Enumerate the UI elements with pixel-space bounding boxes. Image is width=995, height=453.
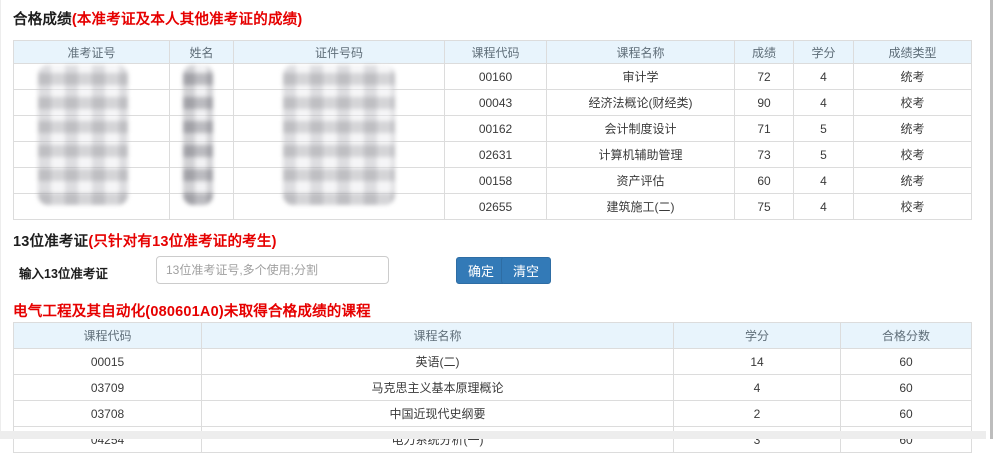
cell-course-code: 03708	[14, 401, 202, 427]
vertical-scrollbar-thumb[interactable]	[990, 0, 993, 439]
ticket-input-label: 输入13位准考证	[19, 263, 108, 282]
cell-credit: 14	[674, 349, 841, 375]
passed-scores-title-main: 合格成绩	[13, 12, 72, 28]
cell-course-code: 00160	[445, 64, 547, 90]
col-course-name: 课程名称	[547, 41, 735, 64]
cell-score-type: 校考	[854, 194, 972, 220]
cell-course-name: 经济法概论(财经类)	[547, 90, 735, 116]
clear-button[interactable]: 清空	[501, 257, 551, 284]
col-ticket-number: 准考证号	[14, 41, 170, 64]
table-header-row: 准考证号 姓名 证件号码 课程代码 课程名称 成绩 学分 成绩类型	[14, 41, 972, 64]
passed-scores-table: 准考证号 姓名 证件号码 课程代码 课程名称 成绩 学分 成绩类型 00160 …	[13, 40, 972, 220]
redacted-id-numbers	[283, 65, 395, 205]
cell-score: 75	[735, 194, 794, 220]
table-row: 02631 计算机辅助管理 73 5 校考	[14, 142, 972, 168]
cell-course-name: 审计学	[547, 64, 735, 90]
cell-credit: 5	[794, 116, 854, 142]
table-row: 02655 建筑施工(二) 75 4 校考	[14, 194, 972, 220]
table-row: 00158 资产评估 60 4 统考	[14, 168, 972, 194]
cell-course-name: 会计制度设计	[547, 116, 735, 142]
redacted-ticket-numbers	[38, 65, 128, 205]
cell-credit: 4	[794, 168, 854, 194]
cell-pass-score: 60	[841, 349, 972, 375]
redacted-student-names	[183, 65, 213, 205]
cell-credit: 2	[674, 401, 841, 427]
cell-course-name: 资产评估	[547, 168, 735, 194]
cell-score-type: 校考	[854, 142, 972, 168]
ticket-13-title-main: 13位准考证	[13, 234, 88, 250]
cell-score-type: 统考	[854, 116, 972, 142]
cell-credit: 4	[674, 375, 841, 401]
passed-scores-title: 合格成绩(本准考证及本人其他准考证的成绩)	[13, 8, 302, 29]
cell-credit: 4	[794, 90, 854, 116]
cell-score-type: 校考	[854, 90, 972, 116]
col-pass-score: 合格分数	[841, 323, 972, 349]
col-course-code: 课程代码	[445, 41, 547, 64]
cell-course-code: 03709	[14, 375, 202, 401]
cell-course-name: 建筑施工(二)	[547, 194, 735, 220]
table-header-row: 课程代码 课程名称 学分 合格分数	[14, 323, 972, 349]
col-course-code: 课程代码	[14, 323, 202, 349]
cell-credit: 4	[794, 64, 854, 90]
ticket-13-title: 13位准考证(只针对有13位准考证的考生)	[13, 230, 277, 251]
col-course-name: 课程名称	[202, 323, 674, 349]
cell-course-code: 00043	[445, 90, 547, 116]
cell-course-code: 02655	[445, 194, 547, 220]
col-credit: 学分	[674, 323, 841, 349]
cell-pass-score: 60	[841, 401, 972, 427]
table-row: 00160 审计学 72 4 统考	[14, 64, 972, 90]
cell-pass-score: 60	[841, 375, 972, 401]
col-score-type: 成绩类型	[854, 41, 972, 64]
cell-course-name: 计算机辅助管理	[547, 142, 735, 168]
ticket-13-title-note: (只针对有13位准考证的考生)	[88, 234, 276, 250]
cell-score: 60	[735, 168, 794, 194]
cell-course-name: 马克思主义基本原理概论	[202, 375, 674, 401]
table-row: 03709 马克思主义基本原理概论 4 60	[14, 375, 972, 401]
cell-score-type: 统考	[854, 168, 972, 194]
cell-score: 72	[735, 64, 794, 90]
pending-courses-title: 电气工程及其自动化(080601A0)未取得合格成绩的课程	[13, 300, 371, 321]
cell-course-code: 02631	[445, 142, 547, 168]
passed-scores-table-wrap: 准考证号 姓名 证件号码 课程代码 课程名称 成绩 学分 成绩类型 00160 …	[13, 40, 972, 220]
confirm-button[interactable]: 确定	[456, 257, 506, 284]
cell-course-code: 00162	[445, 116, 547, 142]
horizontal-scrollbar-track[interactable]	[1, 431, 986, 439]
cell-score: 71	[735, 116, 794, 142]
col-id-number: 证件号码	[234, 41, 445, 64]
cell-course-code: 00158	[445, 168, 547, 194]
col-credit: 学分	[794, 41, 854, 64]
col-score: 成绩	[735, 41, 794, 64]
cell-course-code: 00015	[14, 349, 202, 375]
ticket-input[interactable]	[156, 256, 389, 284]
table-row: 03708 中国近现代史纲要 2 60	[14, 401, 972, 427]
cell-credit: 5	[794, 142, 854, 168]
cell-course-name: 英语(二)	[202, 349, 674, 375]
cell-score-type: 统考	[854, 64, 972, 90]
passed-scores-title-note: (本准考证及本人其他准考证的成绩)	[72, 12, 303, 28]
cell-score: 73	[735, 142, 794, 168]
table-row: 00043 经济法概论(财经类) 90 4 校考	[14, 90, 972, 116]
col-student-name: 姓名	[170, 41, 234, 64]
cell-course-name: 中国近现代史纲要	[202, 401, 674, 427]
cell-score: 90	[735, 90, 794, 116]
table-row: 00162 会计制度设计 71 5 统考	[14, 116, 972, 142]
table-row: 00015 英语(二) 14 60	[14, 349, 972, 375]
cell-credit: 4	[794, 194, 854, 220]
